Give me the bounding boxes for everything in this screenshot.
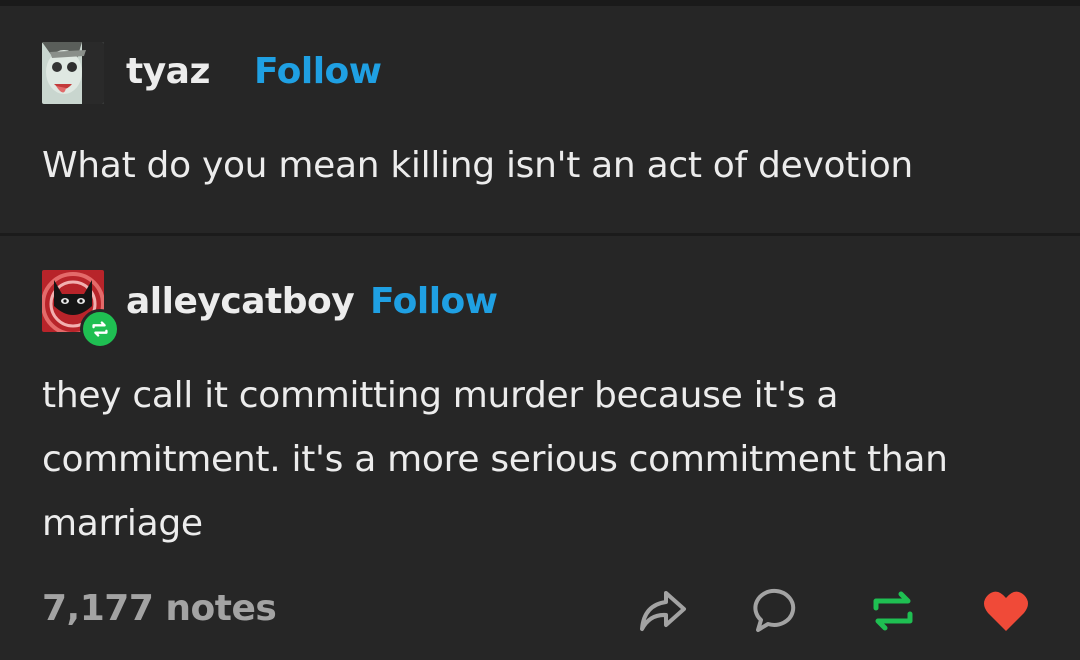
like-button[interactable]	[976, 581, 1036, 641]
comment-button[interactable]	[746, 581, 806, 641]
post-text-original: What do you mean killing isn't an act of…	[42, 145, 913, 186]
username-alleycatboy[interactable]: alleycatboy	[126, 281, 355, 322]
username-tyaz[interactable]: tyaz	[126, 51, 210, 92]
post-text-line-1: they call it committing murder because i…	[42, 375, 839, 416]
post-reblog: alleycatboy Follow they call it committi…	[0, 236, 1080, 660]
avatar-tyaz[interactable]	[42, 42, 104, 104]
follow-button-alleycatboy[interactable]: Follow	[370, 281, 498, 322]
anime-face-avatar-icon	[42, 42, 104, 104]
reblog-badge-icon	[92, 321, 108, 337]
share-icon	[640, 591, 686, 631]
reblog-badge	[80, 309, 120, 349]
follow-button-tyaz[interactable]: Follow	[254, 51, 382, 92]
notes-count[interactable]: 7,177 notes	[42, 588, 277, 629]
reblog-button[interactable]	[863, 581, 923, 641]
heart-icon	[984, 591, 1028, 631]
reblog-icon	[873, 591, 913, 631]
post-text-line-3: marriage	[42, 503, 203, 544]
comment-icon	[753, 588, 796, 632]
share-button[interactable]	[632, 581, 692, 641]
post-text-line-2: commitment. it's a more serious commitme…	[42, 439, 948, 480]
post-original: tyaz Follow What do you mean killing isn…	[0, 6, 1080, 234]
